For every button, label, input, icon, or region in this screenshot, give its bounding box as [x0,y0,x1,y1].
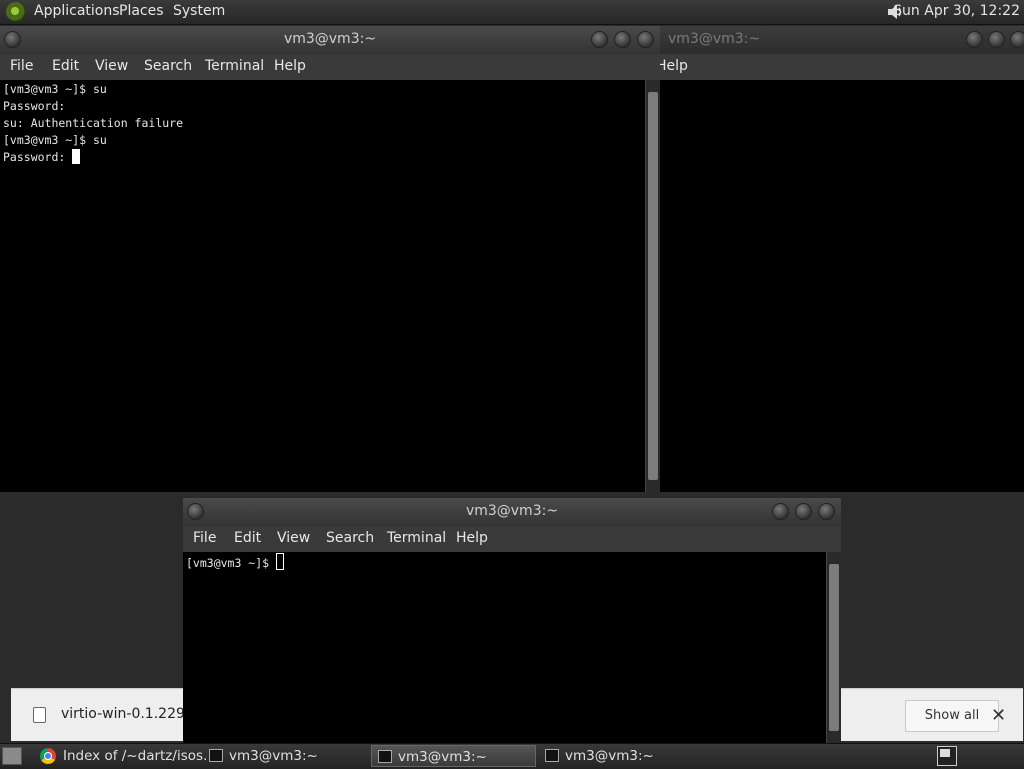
terminal-line: [vm3@vm3 ~]$ [186,556,277,570]
menu-edit[interactable]: Edit [52,58,79,74]
main-terminal-window[interactable]: vm3@vm3:~ File Edit View Search Terminal… [0,26,660,492]
back-terminal-area[interactable] [656,80,1024,492]
menu-terminal[interactable]: Terminal [387,530,446,546]
front-window-title: vm3@vm3:~ [465,503,559,519]
maximize-icon[interactable] [988,31,1005,48]
show-all-button[interactable]: Show all [905,700,999,732]
menu-file[interactable]: File [10,58,33,74]
task-chrome[interactable]: Index of /~dartz/isos… [34,745,217,767]
menu-search[interactable]: Search [326,530,374,546]
task-label: vm3@vm3:~ [229,748,318,764]
text-cursor [276,553,285,570]
minimize-icon[interactable] [772,503,789,520]
gnome-foot-icon[interactable] [6,2,26,22]
back-window-menubar: Help [656,54,1024,80]
task-terminal-2[interactable]: vm3@vm3:~ [371,745,536,767]
text-cursor [72,149,81,164]
menu-help[interactable]: Help [656,58,688,74]
front-window-titlebar[interactable]: vm3@vm3:~ [183,498,841,526]
front-window-menubar: File Edit View Search Terminal Help [183,526,841,552]
terminal-line: Password: [3,150,73,164]
menu-terminal[interactable]: Terminal [205,58,264,74]
task-label: vm3@vm3:~ [565,748,654,764]
menu-file[interactable]: File [193,530,216,546]
menu-view[interactable]: View [277,530,310,546]
terminal-line-prompt: [vm3@vm3 ~]$ [186,553,824,572]
front-terminal-window[interactable]: vm3@vm3:~ File Edit View Search Terminal… [183,498,841,743]
task-terminal-3[interactable]: vm3@vm3:~ [539,745,704,767]
system-menu[interactable]: System [173,3,225,19]
terminal-line: su: Authentication failure [3,116,184,130]
terminal-icon [545,749,559,762]
terminal-line: Password: [3,99,66,113]
close-icon[interactable] [818,503,835,520]
terminal-line: [vm3@vm3 ~]$ su [3,133,107,147]
maximize-icon[interactable] [614,31,631,48]
chrome-icon [40,748,56,764]
clock[interactable]: Sun Apr 30, 12:22 [893,3,1020,19]
minimize-icon[interactable] [591,31,608,48]
scrollbar-thumb[interactable] [648,92,658,480]
front-terminal-area[interactable]: [vm3@vm3 ~]$ [183,552,827,743]
task-terminal-1[interactable]: vm3@vm3:~ [203,745,368,767]
task-label: Index of /~dartz/isos… [63,748,217,764]
maximize-icon[interactable] [795,503,812,520]
back-window-titlebar[interactable]: vm3@vm3:~ [656,26,1024,54]
back-terminal-window[interactable]: vm3@vm3:~ Help [656,26,1024,492]
bottom-taskbar: Index of /~dartz/isos… vm3@vm3:~ vm3@vm3… [0,743,1024,769]
terminal-line: [vm3@vm3 ~]$ su [3,82,107,96]
main-window-title: vm3@vm3:~ [283,31,377,47]
scrollbar-thumb[interactable] [829,564,839,731]
menu-help[interactable]: Help [456,530,488,546]
top-panel: Applications Places System Sun Apr 30, 1… [0,0,1024,25]
applications-menu[interactable]: Applications [34,3,120,19]
terminal-icon [209,749,223,762]
menu-search[interactable]: Search [144,58,192,74]
task-label: vm3@vm3:~ [398,749,487,765]
close-icon[interactable] [1010,31,1024,48]
main-terminal-area[interactable]: [vm3@vm3 ~]$ su Password: su: Authenticati… [0,80,646,492]
places-menu[interactable]: Places [119,3,164,19]
main-window-menubar: File Edit View Search Terminal Help [0,54,660,80]
back-window-title: vm3@vm3:~ [668,31,761,47]
close-icon[interactable] [637,31,654,48]
main-window-titlebar[interactable]: vm3@vm3:~ [0,26,660,54]
close-download-bar-icon[interactable]: ✕ [991,705,1006,726]
terminal-line-prompt: Password: [3,149,643,166]
file-icon [33,707,46,723]
minimize-icon[interactable] [966,31,983,48]
main-scrollbar[interactable] [645,80,660,492]
menu-help[interactable]: Help [274,58,306,74]
menu-view[interactable]: View [95,58,128,74]
menu-edit[interactable]: Edit [234,530,261,546]
workspace-switcher-icon[interactable] [937,746,957,766]
show-desktop-icon[interactable] [2,747,22,765]
front-scrollbar[interactable] [826,552,841,743]
terminal-icon [378,750,392,763]
download-filename[interactable]: virtio-win-0.1.229.is [61,706,201,722]
